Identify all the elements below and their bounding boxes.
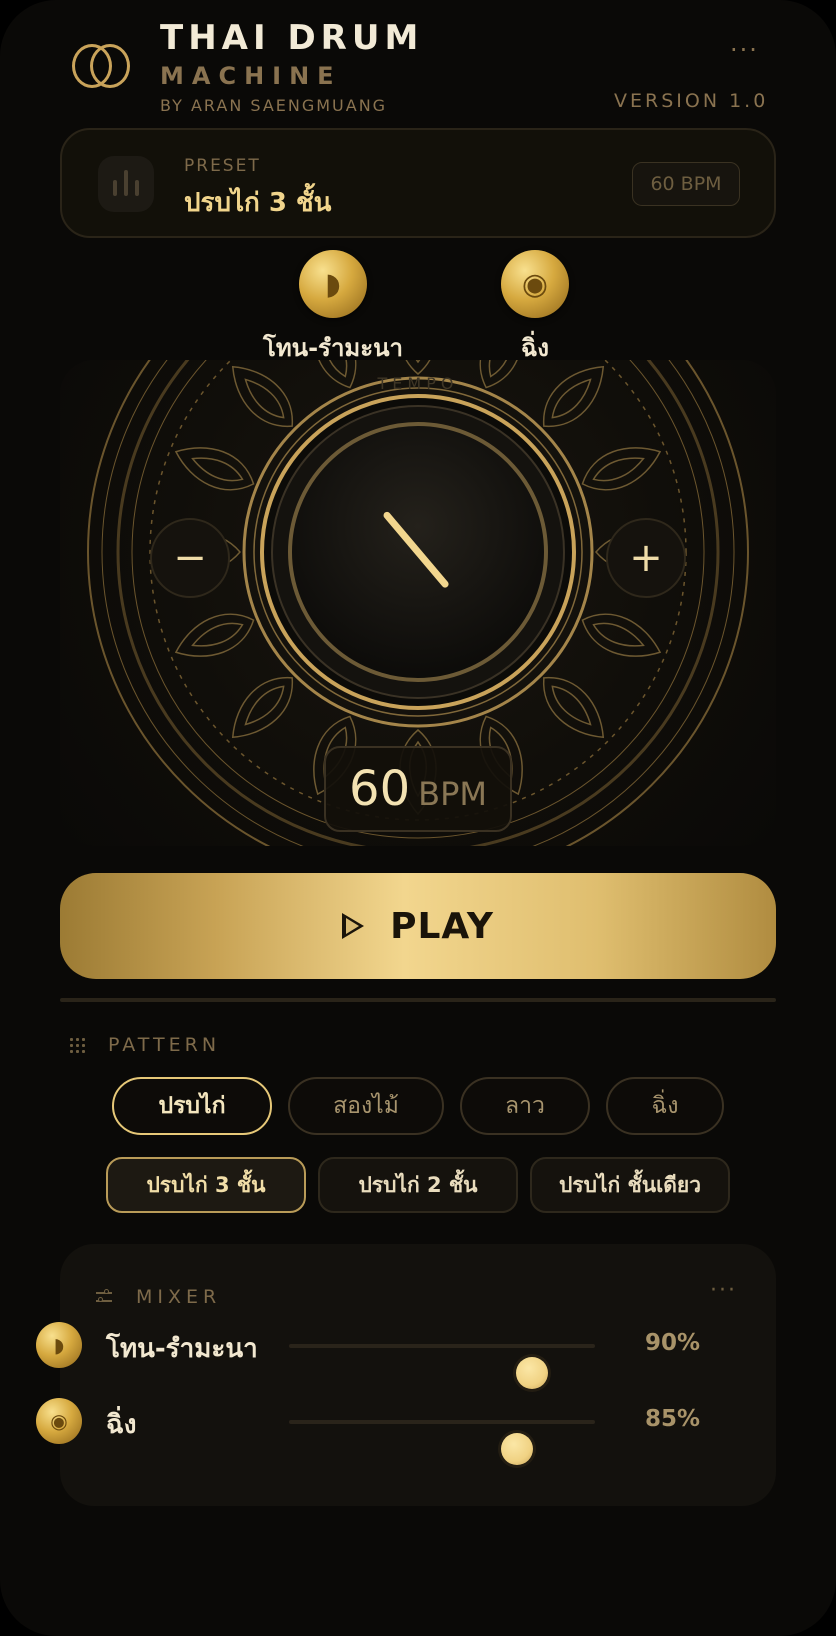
track-name: โทน-รำมะนา (106, 1334, 258, 1364)
track-name: ฉิ่ง (106, 1410, 137, 1440)
pattern-title: PATTERN (108, 1034, 221, 1056)
lotus-petal (581, 613, 662, 657)
more-menu-icon[interactable]: ··· (730, 36, 759, 64)
app-subtitle: MACHINE (160, 62, 342, 90)
rhythm-tab-lao[interactable]: ลาว (460, 1077, 590, 1135)
app-window: THAI DRUM MACHINE BY ARAN SAENGMUANG ···… (0, 0, 836, 1636)
tempo-stage: TEMPO − + 60 BPM (60, 360, 776, 846)
cymbal-icon: ◉ (36, 1398, 82, 1444)
volume-slider[interactable] (289, 1344, 595, 1389)
lotus-petal (581, 447, 662, 491)
bpm-display: 60 BPM (324, 746, 512, 832)
mixer-menu-icon[interactable]: ··· (710, 1278, 737, 1303)
equalizer-icon (98, 156, 154, 212)
mixer-title: MIXER (136, 1286, 222, 1308)
sliders-icon (96, 1289, 114, 1306)
rhythm-tab-song-mai[interactable]: สองไม้ (288, 1077, 444, 1135)
instrument-drum[interactable]: ◗ โทน-รำมะนา (253, 250, 413, 367)
play-icon (342, 913, 365, 939)
author-byline: BY ARAN SAENGMUANG (160, 96, 388, 115)
rhythm-tab-prob-kai[interactable]: ปรบไก่ (112, 1077, 272, 1135)
preset-card[interactable]: PRESET ปรบไก่ 3 ชั้น 60 BPM (60, 128, 776, 238)
play-label: PLAY (390, 905, 494, 947)
grid-dots-icon (70, 1038, 88, 1056)
volume-slider[interactable] (289, 1420, 595, 1465)
instrument-cymbal[interactable]: ◉ ฉิ่ง (455, 250, 615, 367)
play-button[interactable]: PLAY (60, 873, 776, 979)
divider (60, 998, 776, 1002)
slider-thumb[interactable] (501, 1433, 534, 1465)
preset-name: ปรบไก่ 3 ชั้น (184, 188, 332, 218)
variant-2-chan[interactable]: ปรบไก่ 2 ชั้น (318, 1157, 518, 1213)
mixer-track-cymbal: ◉ ฉิ่ง 85% (0, 1392, 716, 1465)
app-title: THAI DRUM (160, 18, 424, 58)
lotus-petal (405, 360, 431, 375)
version-label: VERSION 1.0 (614, 90, 769, 112)
lotus-petal (174, 613, 255, 657)
cymbal-icon: ◉ (501, 250, 569, 318)
variant-chan-diao[interactable]: ปรบไก่ ชั้นเดียว (530, 1157, 730, 1213)
tempo-increase-button[interactable]: + (606, 518, 686, 598)
mixer-track-drum: ◗ โทน-รำมะนา 90% (0, 1316, 716, 1389)
bpm-unit: BPM (418, 775, 487, 813)
tempo-dial[interactable] (258, 392, 578, 712)
preset-bpm-badge: 60 BPM (632, 162, 740, 206)
preset-label: PRESET (184, 156, 261, 176)
volume-percent: 85% (644, 1406, 700, 1432)
rhythm-tab-ching[interactable]: ฉิ่ง (606, 1077, 724, 1135)
drum-icon: ◗ (36, 1322, 82, 1368)
lotus-petal (174, 447, 255, 491)
bpm-value: 60 (349, 761, 411, 817)
rings-logo-icon (70, 44, 134, 92)
tempo-decrease-button[interactable]: − (150, 518, 230, 598)
tempo-label: TEMPO (377, 374, 459, 393)
variant-3-chan[interactable]: ปรบไก่ 3 ชั้น (106, 1157, 306, 1213)
drum-icon: ◗ (299, 250, 367, 318)
volume-percent: 90% (644, 1330, 700, 1356)
